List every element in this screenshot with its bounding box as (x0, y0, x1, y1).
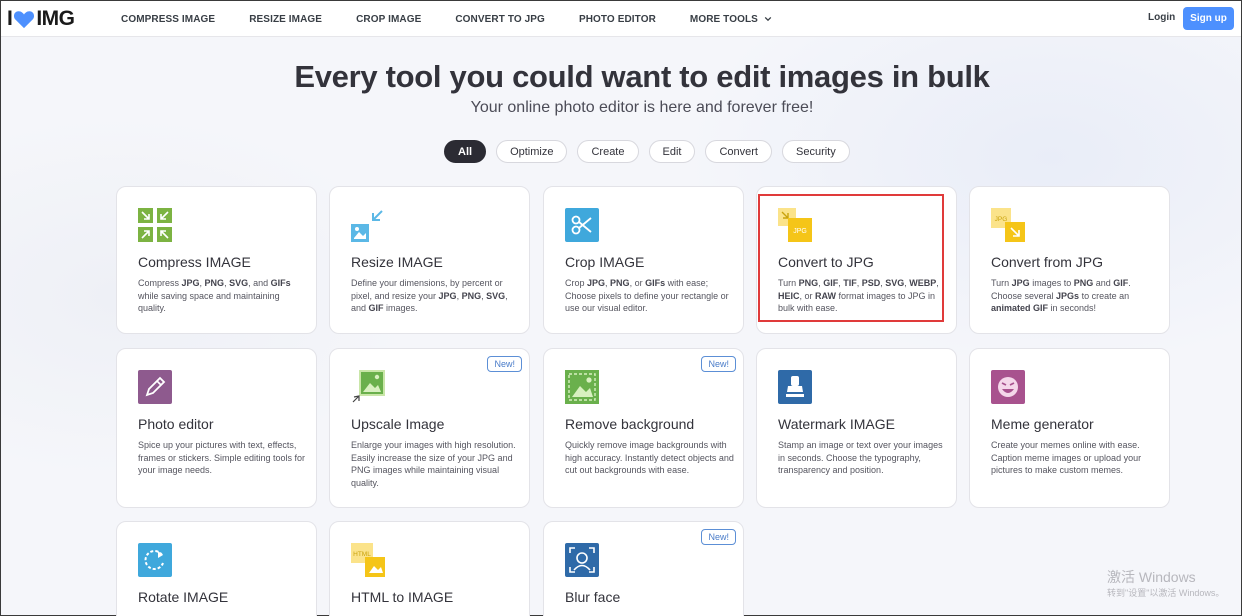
card-title: Crop IMAGE (565, 254, 645, 270)
nav-compress-image[interactable]: COMPRESS IMAGE (121, 14, 215, 25)
rotate-icon (138, 543, 172, 577)
photo-editor-icon (138, 370, 172, 404)
html-to-image-icon: HTML (351, 543, 385, 577)
meme-icon (991, 370, 1025, 404)
blur-face-icon (565, 543, 599, 577)
resize-icon (351, 210, 383, 242)
card-description: Compress JPG, PNG, SVG, and GIFs while s… (138, 278, 291, 313)
watermark-icon (778, 370, 812, 404)
card-title: Upscale Image (351, 416, 445, 432)
card-description: Enlarge your images with high resolution… (351, 440, 516, 488)
tool-card-upscale[interactable]: New! Upscale Image Enlarge your images w… (329, 348, 530, 508)
filter-optimize[interactable]: Optimize (496, 140, 568, 163)
nav-crop-image[interactable]: CROP IMAGE (356, 14, 421, 25)
logo-letter: I (7, 7, 13, 30)
tool-card-html-to-image[interactable]: HTML HTML to IMAGE (329, 521, 530, 616)
os-activation-hint: 转到"设置"以激活 Windows。 (1107, 588, 1225, 598)
nav-photo-editor[interactable]: PHOTO EDITOR (579, 14, 656, 25)
tool-card-crop[interactable]: Crop IMAGE Crop JPG, PNG, or GIFs with e… (543, 186, 744, 334)
top-navbar: I IMG COMPRESS IMAGE RESIZE IMAGE CROP I… (1, 1, 1241, 37)
tool-card-compress[interactable]: Compress IMAGE Compress JPG, PNG, SVG, a… (116, 186, 317, 334)
card-description: Define your dimensions, by percent or pi… (351, 278, 508, 313)
card-title: Rotate IMAGE (138, 589, 229, 605)
card-title: HTML to IMAGE (351, 589, 454, 605)
filter-edit[interactable]: Edit (648, 140, 696, 163)
card-title: Blur face (565, 589, 621, 605)
logo-text: IMG (36, 7, 75, 30)
card-title: Remove background (565, 416, 695, 432)
filter-create[interactable]: Create (577, 140, 639, 163)
highlight-box (758, 194, 944, 322)
tool-card-blur-face[interactable]: New! Blur face (543, 521, 744, 616)
tool-card-rotate[interactable]: Rotate IMAGE (116, 521, 317, 616)
more-tools-label: MORE TOOLS (689, 13, 758, 25)
new-badge: New! (487, 356, 522, 372)
filter-convert[interactable]: Convert (705, 140, 772, 163)
nav-convert-to-jpg[interactable]: CONVERT TO JPG (455, 14, 545, 25)
card-description: Turn JPG images to PNG and GIF. Choose s… (991, 278, 1131, 313)
nav-resize-image[interactable]: RESIZE IMAGE (249, 14, 322, 25)
page-title: Every tool you could want to edit images… (294, 59, 990, 94)
heart-icon (14, 11, 35, 29)
card-description: Spice up your pictures with text, effect… (138, 440, 306, 475)
page-subtitle: Your online photo editor is here and for… (470, 99, 814, 116)
category-filters: All Optimize Create Edit Convert Securit… (444, 140, 860, 163)
new-badge: New! (701, 356, 736, 372)
main-nav: COMPRESS IMAGE RESIZE IMAGE CROP IMAGE C… (121, 1, 806, 37)
convert-from-jpg-icon: JPG (991, 208, 1025, 242)
card-title: Watermark IMAGE (778, 416, 895, 432)
card-title: Compress IMAGE (138, 254, 251, 270)
card-title: Convert from JPG (991, 254, 1104, 270)
tool-card-photo-editor[interactable]: Photo editor Spice up your pictures with… (116, 348, 317, 508)
card-description: Crop JPG, PNG, or GIFs with ease; Choose… (565, 278, 729, 313)
card-title: Meme generator (991, 416, 1094, 432)
iloveimg-logo[interactable]: I IMG (7, 7, 75, 31)
os-activation-watermark: 激活 Windows (1107, 569, 1196, 585)
remove-background-icon (565, 370, 599, 404)
chevron-down-icon (764, 16, 772, 22)
icon-label: HTML (353, 551, 371, 558)
compress-icon (138, 208, 172, 242)
card-description: Create your memes online with ease. Capt… (991, 440, 1142, 475)
tool-card-resize[interactable]: Resize IMAGE Define your dimensions, by … (329, 186, 530, 334)
filter-all[interactable]: All (444, 140, 487, 163)
login-link[interactable]: Login (1148, 12, 1175, 23)
upscale-icon (352, 370, 385, 403)
tool-card-meme-generator[interactable]: Meme generator Create your memes online … (969, 348, 1170, 508)
new-badge: New! (701, 529, 736, 545)
crop-icon (565, 208, 599, 242)
card-description: Quickly remove image backgrounds with hi… (565, 440, 734, 475)
card-title: Resize IMAGE (351, 254, 443, 270)
card-title: Photo editor (138, 416, 214, 432)
nav-more-tools[interactable]: MORE TOOLS (690, 14, 772, 25)
card-description: Stamp an image or text over your images … (778, 440, 943, 475)
tool-card-watermark[interactable]: Watermark IMAGE Stamp an image or text o… (756, 348, 957, 508)
icon-label: JPG (995, 216, 1008, 223)
tool-card-remove-background[interactable]: New! Remove background Quickly remove im… (543, 348, 744, 508)
filter-security[interactable]: Security (782, 140, 850, 163)
signup-button[interactable]: Sign up (1183, 7, 1234, 30)
tool-card-convert-from-jpg[interactable]: JPG Convert from JPG Turn JPG images to … (969, 186, 1170, 334)
